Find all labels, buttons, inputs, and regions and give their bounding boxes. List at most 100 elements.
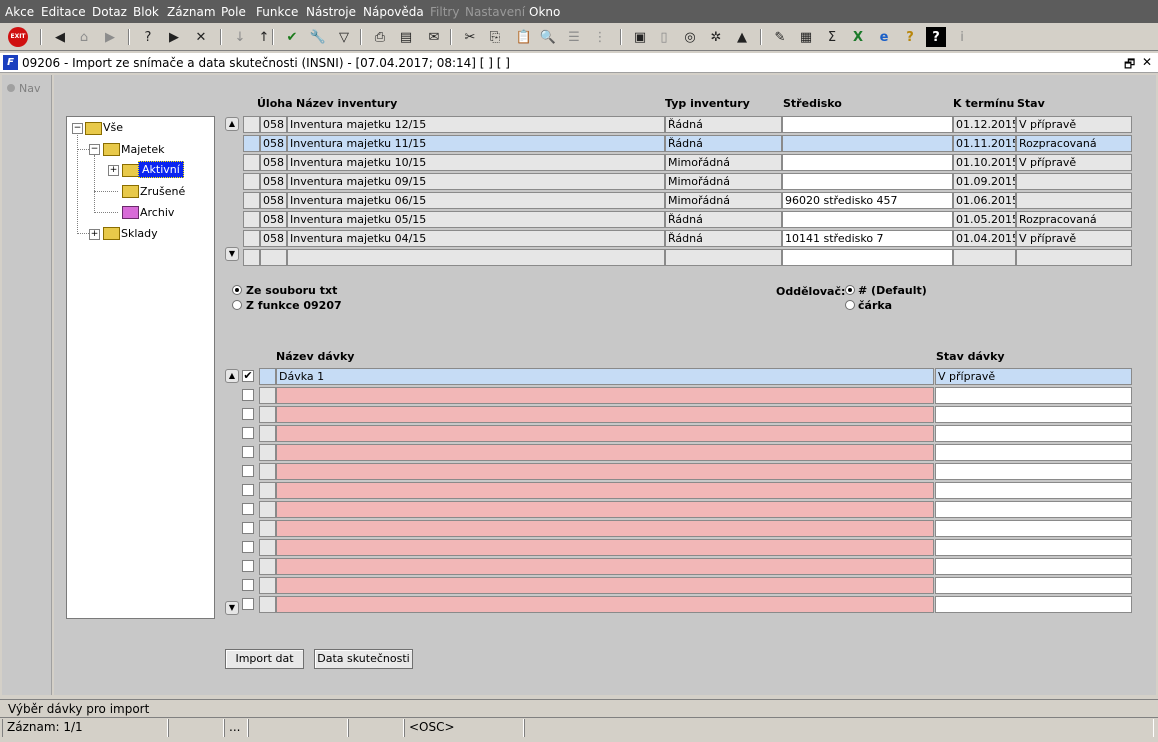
- execute-query-icon[interactable]: ▶: [164, 27, 184, 47]
- batch-status-field[interactable]: [935, 425, 1132, 442]
- inventory-cell-nazev[interactable]: Inventura majetku 06/15: [287, 192, 665, 209]
- batch-status-field[interactable]: [935, 539, 1132, 556]
- cancel-query-icon[interactable]: ✕: [191, 27, 211, 47]
- batch-status-field[interactable]: [935, 463, 1132, 480]
- menu-pole[interactable]: Pole: [221, 5, 246, 19]
- copy-icon[interactable]: ⎘: [485, 27, 505, 47]
- nav-label[interactable]: Nav: [19, 82, 40, 95]
- filter-icon[interactable]: ▽: [334, 27, 354, 47]
- find-icon[interactable]: 🔍: [538, 27, 558, 47]
- scroll-up-icon[interactable]: ▲: [225, 369, 239, 383]
- row-selector[interactable]: [259, 368, 276, 385]
- radio-carka-separator-label[interactable]: čárka: [858, 299, 892, 312]
- radio-ze-souboru[interactable]: [232, 285, 242, 295]
- row-selector[interactable]: [259, 558, 276, 575]
- inventory-cell-uloha[interactable]: 058: [260, 135, 287, 152]
- tree-node-vse[interactable]: Vše: [103, 121, 123, 134]
- inventory-cell-typ[interactable]: [665, 249, 782, 266]
- row-selector[interactable]: [259, 577, 276, 594]
- inventory-cell-stredisko[interactable]: 96020 středisko 457: [782, 192, 953, 209]
- tree-icon[interactable]: ⋮: [590, 27, 610, 47]
- whats-this-icon[interactable]: ?: [926, 27, 946, 47]
- close-icon[interactable]: ✕: [1142, 55, 1152, 69]
- row-selector[interactable]: [243, 192, 260, 209]
- batch-name-field[interactable]: [276, 482, 934, 499]
- import-data-button[interactable]: Import dat: [225, 649, 304, 669]
- inventory-cell-termin[interactable]: 01.11.2015: [953, 135, 1016, 152]
- inventory-cell-typ[interactable]: Mimořádná: [665, 154, 782, 171]
- exit-icon[interactable]: EXIT: [8, 27, 28, 47]
- row-selector[interactable]: [243, 230, 260, 247]
- batch-checkbox[interactable]: [242, 484, 254, 496]
- row-selector[interactable]: [259, 520, 276, 537]
- radio-default-separator[interactable]: [845, 285, 855, 295]
- mountain-icon[interactable]: ▲: [732, 27, 752, 47]
- inventory-cell-nazev[interactable]: Inventura majetku 09/15: [287, 173, 665, 190]
- radio-carka-separator[interactable]: [845, 300, 855, 310]
- batch-name-field[interactable]: [276, 406, 934, 423]
- paste-icon[interactable]: 📋: [514, 27, 534, 47]
- inventory-cell-uloha[interactable]: [260, 249, 287, 266]
- row-selector[interactable]: [243, 249, 260, 266]
- menu-editace[interactable]: Editace: [41, 5, 86, 19]
- batch-name-field[interactable]: [276, 501, 934, 518]
- enter-query-icon[interactable]: ?: [138, 27, 158, 47]
- inventory-cell-nazev[interactable]: Inventura majetku 12/15: [287, 116, 665, 133]
- tree-node-archiv[interactable]: Archiv: [140, 206, 174, 219]
- inventory-cell-stredisko[interactable]: [782, 116, 953, 133]
- batch-name-field[interactable]: [276, 444, 934, 461]
- batch-name-field[interactable]: [276, 463, 934, 480]
- print-icon[interactable]: ⎙: [370, 27, 390, 47]
- tree-node-sklady[interactable]: Sklady: [121, 227, 158, 240]
- help-icon[interactable]: ?: [900, 27, 920, 47]
- batch-checkbox[interactable]: [242, 389, 254, 401]
- inventory-cell-typ[interactable]: Mimořádná: [665, 173, 782, 190]
- inventory-cell-nazev[interactable]: Inventura majetku 05/15: [287, 211, 665, 228]
- row-selector[interactable]: [243, 173, 260, 190]
- batch-checkbox[interactable]: [242, 446, 254, 458]
- batch-checkbox[interactable]: [242, 541, 254, 553]
- inventory-cell-typ[interactable]: Mimořádná: [665, 192, 782, 209]
- clipboard-icon[interactable]: ▣: [630, 27, 650, 47]
- restore-icon[interactable]: 🗗: [1124, 55, 1135, 76]
- inventory-cell-stav[interactable]: V přípravě: [1016, 230, 1132, 247]
- batch-name-field[interactable]: [276, 387, 934, 404]
- inventory-cell-nazev[interactable]: Inventura majetku 11/15: [287, 135, 665, 152]
- batch-status-field[interactable]: [935, 577, 1132, 594]
- batch-status-field[interactable]: [935, 596, 1132, 613]
- menu-funkce[interactable]: Funkce: [256, 5, 298, 19]
- sum-icon[interactable]: Σ: [822, 27, 842, 47]
- tree-node-majetek[interactable]: Majetek: [121, 143, 165, 156]
- menu-napoveda[interactable]: Nápověda: [363, 5, 424, 19]
- inventory-cell-uloha[interactable]: 058: [260, 192, 287, 209]
- chart-icon[interactable]: ▦: [796, 27, 816, 47]
- radio-default-separator-label[interactable]: # (Default): [858, 284, 927, 297]
- batch-checkbox[interactable]: [242, 465, 254, 477]
- sort-desc-icon[interactable]: ↑: [254, 27, 274, 47]
- save-check-icon[interactable]: ✔: [282, 27, 302, 47]
- data-skutecnosti-button[interactable]: Data skutečnosti: [314, 649, 413, 669]
- row-selector[interactable]: [259, 501, 276, 518]
- batch-checkbox[interactable]: ✔: [242, 370, 254, 382]
- row-selector[interactable]: [259, 482, 276, 499]
- inventory-cell-stav[interactable]: [1016, 249, 1132, 266]
- inventory-cell-stav[interactable]: Rozpracovaná: [1016, 211, 1132, 228]
- inventory-cell-stav[interactable]: Rozpracovaná: [1016, 135, 1132, 152]
- inventory-cell-termin[interactable]: [953, 249, 1016, 266]
- batch-checkbox[interactable]: [242, 598, 254, 610]
- batch-name-field[interactable]: [276, 596, 934, 613]
- batch-status-field[interactable]: [935, 520, 1132, 537]
- row-selector[interactable]: [243, 154, 260, 171]
- inventory-cell-nazev[interactable]: Inventura majetku 10/15: [287, 154, 665, 171]
- inventory-cell-stredisko[interactable]: [782, 249, 953, 266]
- menu-blok[interactable]: Blok: [133, 5, 159, 19]
- menu-zaznam[interactable]: Záznam: [167, 5, 216, 19]
- inventory-cell-stav[interactable]: [1016, 192, 1132, 209]
- print-preview-icon[interactable]: ▤: [396, 27, 416, 47]
- inventory-cell-uloha[interactable]: 058: [260, 173, 287, 190]
- row-selector[interactable]: [243, 211, 260, 228]
- inventory-cell-typ[interactable]: Řádná: [665, 116, 782, 133]
- batch-status-field[interactable]: [935, 444, 1132, 461]
- inventory-cell-stav[interactable]: V přípravě: [1016, 116, 1132, 133]
- batch-status-field[interactable]: [935, 501, 1132, 518]
